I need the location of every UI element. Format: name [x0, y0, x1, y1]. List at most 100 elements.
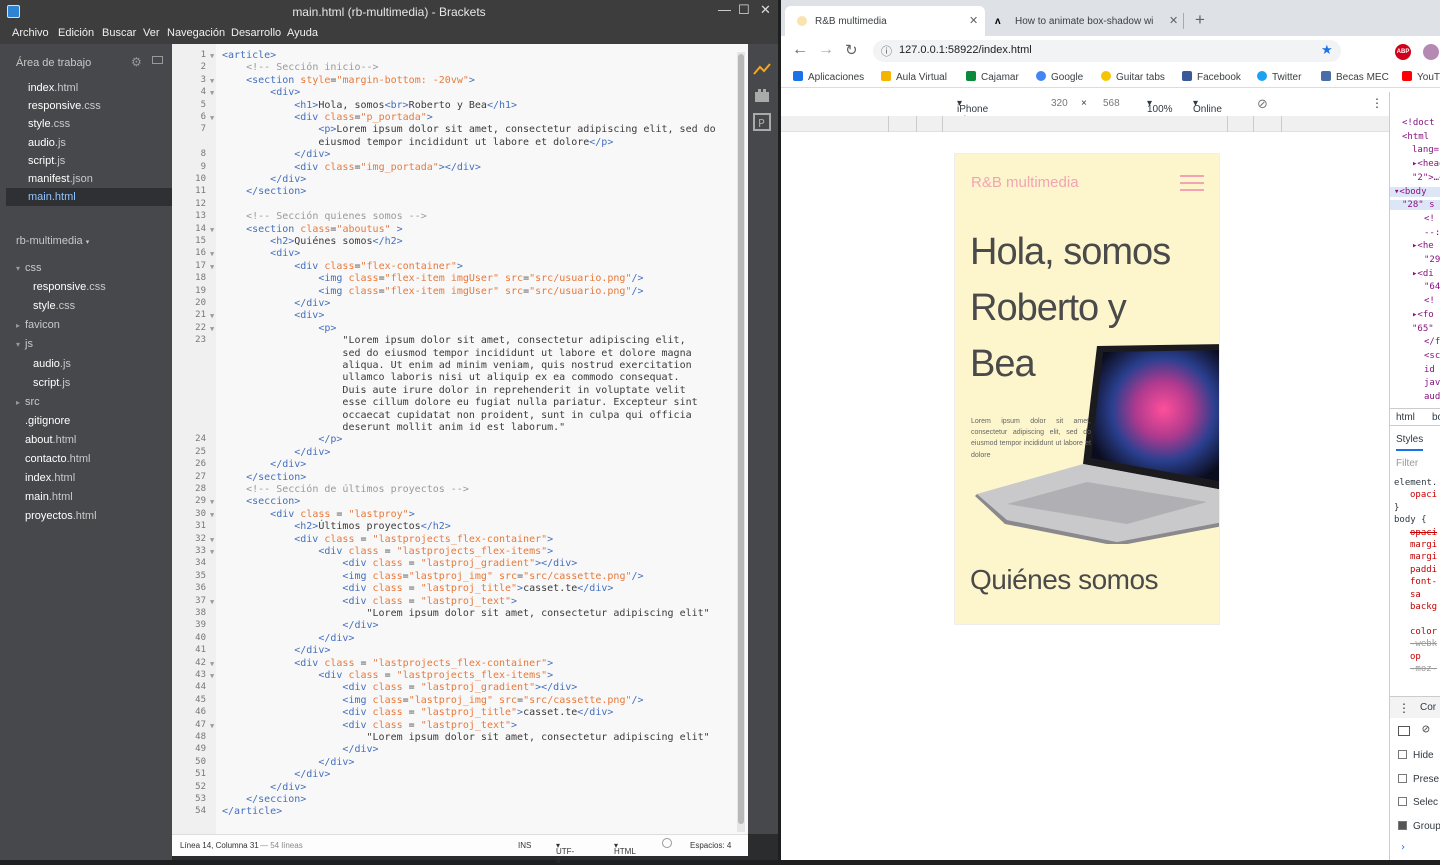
project-file[interactable]: about.html	[25, 434, 76, 446]
project-file[interactable]: proyectos.html	[25, 510, 97, 522]
code-line[interactable]: <div class = "lastproj_text">	[222, 720, 517, 731]
code-line[interactable]: <div class = "lastprojects_flex-containe…	[222, 534, 553, 545]
project-folder[interactable]: js	[25, 338, 33, 350]
tab-box-shadow[interactable]: ᴧ How to animate box-shadow wi ✕	[987, 6, 1183, 36]
dom-node[interactable]: <!	[1424, 296, 1435, 306]
css-property[interactable]: -moz-	[1410, 664, 1437, 674]
code-line[interactable]: <div>	[222, 248, 300, 259]
console-option-checkbox[interactable]: Hide	[1398, 750, 1434, 761]
bookmark-youtube[interactable]: YouT	[1402, 71, 1440, 83]
minimize-button[interactable]: —	[718, 2, 731, 17]
code-line[interactable]: Duis aute irure dolor in reprehenderit i…	[222, 385, 685, 396]
dom-node[interactable]: <sc	[1424, 351, 1440, 361]
menu-ayuda[interactable]: Ayuda	[287, 27, 318, 39]
split-view-icon[interactable]	[152, 56, 163, 64]
fold-marker-icon[interactable]: ▼	[210, 77, 214, 85]
dom-node[interactable]: "29"	[1424, 255, 1440, 265]
project-folder[interactable]: src	[25, 396, 40, 408]
menu-navegacion[interactable]: Navegación	[167, 27, 225, 39]
chevron-right-icon[interactable]: ▸	[16, 321, 20, 330]
project-folder[interactable]: favicon	[25, 319, 60, 331]
code-line[interactable]: </div>	[222, 744, 378, 755]
bookmark-google[interactable]: Google	[1036, 71, 1083, 83]
code-line[interactable]: esse cillum dolore eu fugiat nulla paria…	[222, 397, 697, 408]
code-line[interactable]: </div>	[222, 633, 354, 644]
code-line[interactable]: <!-- Sección inicio-->	[222, 62, 378, 73]
dom-node[interactable]: --:	[1424, 228, 1440, 238]
working-file-item[interactable]: style.css	[28, 118, 70, 130]
code-line[interactable]: <img class="lastproj_img" src="src/casse…	[222, 571, 643, 582]
code-line[interactable]: <seccion>	[222, 496, 300, 507]
insert-mode[interactable]: INS	[518, 841, 531, 850]
working-file-item[interactable]: index.html	[28, 82, 78, 94]
css-property[interactable]: margi	[1410, 552, 1437, 562]
project-file[interactable]: contacto.html	[25, 453, 90, 465]
scrollbar-thumb[interactable]	[738, 54, 744, 824]
css-property[interactable]: body {	[1394, 515, 1427, 525]
media-query-ruler[interactable]	[781, 116, 1389, 132]
dom-node[interactable]: ▸<head	[1412, 159, 1440, 169]
code-line[interactable]: <img class="flex-item imgUser" src="src/…	[222, 286, 643, 297]
project-file[interactable]: style.css	[33, 300, 75, 312]
dom-node[interactable]: ▸<fo	[1412, 310, 1434, 320]
code-line[interactable]: </section>	[222, 472, 306, 483]
code-line[interactable]: <h2>Últimos proyectos</h2>	[222, 521, 451, 532]
fold-marker-icon[interactable]: ▼	[210, 263, 214, 271]
indent-setting[interactable]: Espacios: 4	[690, 841, 731, 850]
site-brand[interactable]: R&B multimedia	[971, 174, 1079, 191]
language-select[interactable]: HTML ▾	[614, 841, 636, 856]
code-line[interactable]: </div>	[222, 645, 330, 656]
code-line[interactable]: </seccion>	[222, 794, 306, 805]
code-editor[interactable]: 1 ▼ 2 3 ▼ 4 ▼ 5 6 ▼ 7 8 9 10 11 12 13 14 ▼ 15 16 ▼ 17 ▼ 18 19 20 21…	[172, 44, 748, 834]
code-line[interactable]: <div class="img_portada"></div>	[222, 162, 481, 173]
bookmark-star-icon[interactable]: ★	[1321, 42, 1333, 58]
tab-close-icon[interactable]: ✕	[969, 14, 978, 27]
css-property[interactable]: -webk	[1410, 639, 1437, 649]
fold-marker-icon[interactable]: ▼	[210, 498, 214, 506]
code-line[interactable]: <!-- Sección quienes somos -->	[222, 211, 427, 222]
code-line[interactable]: <div class="p_portada">	[222, 112, 433, 123]
code-line[interactable]: <div class = "lastproj_title">casset.te<…	[222, 583, 613, 594]
bookmark-cajamar[interactable]: Cajamar	[966, 71, 1019, 83]
project-file[interactable]: index.html	[25, 472, 75, 484]
code-line[interactable]: </div>	[222, 298, 330, 309]
dom-node[interactable]: <html	[1402, 132, 1429, 142]
fold-marker-icon[interactable]: ▼	[210, 52, 214, 60]
code-line[interactable]: <div>	[222, 87, 300, 98]
linter-status-icon[interactable]	[662, 838, 672, 848]
code-line[interactable]: <!-- Sección de últimos proyectos -->	[222, 484, 469, 495]
fold-marker-icon[interactable]: ▼	[210, 548, 214, 556]
chevron-right-icon[interactable]: ▸	[16, 398, 20, 407]
url-text[interactable]: 127.0.0.1:58922/index.html	[899, 44, 1032, 56]
working-file-item[interactable]: main.html	[28, 191, 76, 203]
code-line[interactable]: </div>	[222, 769, 330, 780]
code-line[interactable]: </article>	[222, 806, 282, 817]
dom-node[interactable]: ▸<di	[1412, 269, 1434, 279]
console-prompt-icon[interactable]: ›	[1400, 842, 1406, 853]
code-line[interactable]: <div class = "lastproj_gradient"></div>	[222, 682, 577, 693]
bookmark-twitter[interactable]: Twitter	[1257, 71, 1301, 83]
console-option-checkbox[interactable]: Selec	[1398, 797, 1438, 808]
code-line[interactable]: eiusmod tempor incididunt ut labore et d…	[222, 137, 613, 148]
dom-node[interactable]: "64"	[1424, 282, 1440, 292]
menu-buscar[interactable]: Buscar	[102, 27, 136, 39]
working-file-item[interactable]: manifest.json	[28, 173, 93, 185]
code-line[interactable]: <h1>Hola, somos<br>Roberto y Bea</h1>	[222, 100, 517, 111]
code-line[interactable]: sed do eiusmod tempor incididunt ut labo…	[222, 348, 691, 359]
fold-marker-icon[interactable]: ▼	[210, 226, 214, 234]
code-line[interactable]: <div class = "lastprojects_flex-items">	[222, 546, 553, 557]
code-line[interactable]: <div class = "lastprojects_flex-items">	[222, 670, 553, 681]
code-line[interactable]: </div>	[222, 757, 354, 768]
encoding-select[interactable]: UTF-8 ▾	[556, 841, 574, 865]
live-preview-icon[interactable]	[752, 62, 772, 76]
css-property[interactable]: backg	[1410, 602, 1437, 612]
throttle-select[interactable]: Online ▾	[1193, 98, 1222, 115]
code-line[interactable]: <div class = "lastproj_text">	[222, 596, 517, 607]
code-line[interactable]: "Lorem ipsum dolor sit amet, consectetur…	[222, 608, 710, 619]
fold-marker-icon[interactable]: ▼	[210, 312, 214, 320]
editor-scrollbar[interactable]	[737, 52, 745, 832]
outline-panel-icon[interactable]: P	[752, 112, 772, 132]
fold-marker-icon[interactable]: ▼	[210, 660, 214, 668]
forward-button[interactable]: →	[818, 41, 834, 59]
close-button[interactable]: ✕	[760, 2, 771, 18]
